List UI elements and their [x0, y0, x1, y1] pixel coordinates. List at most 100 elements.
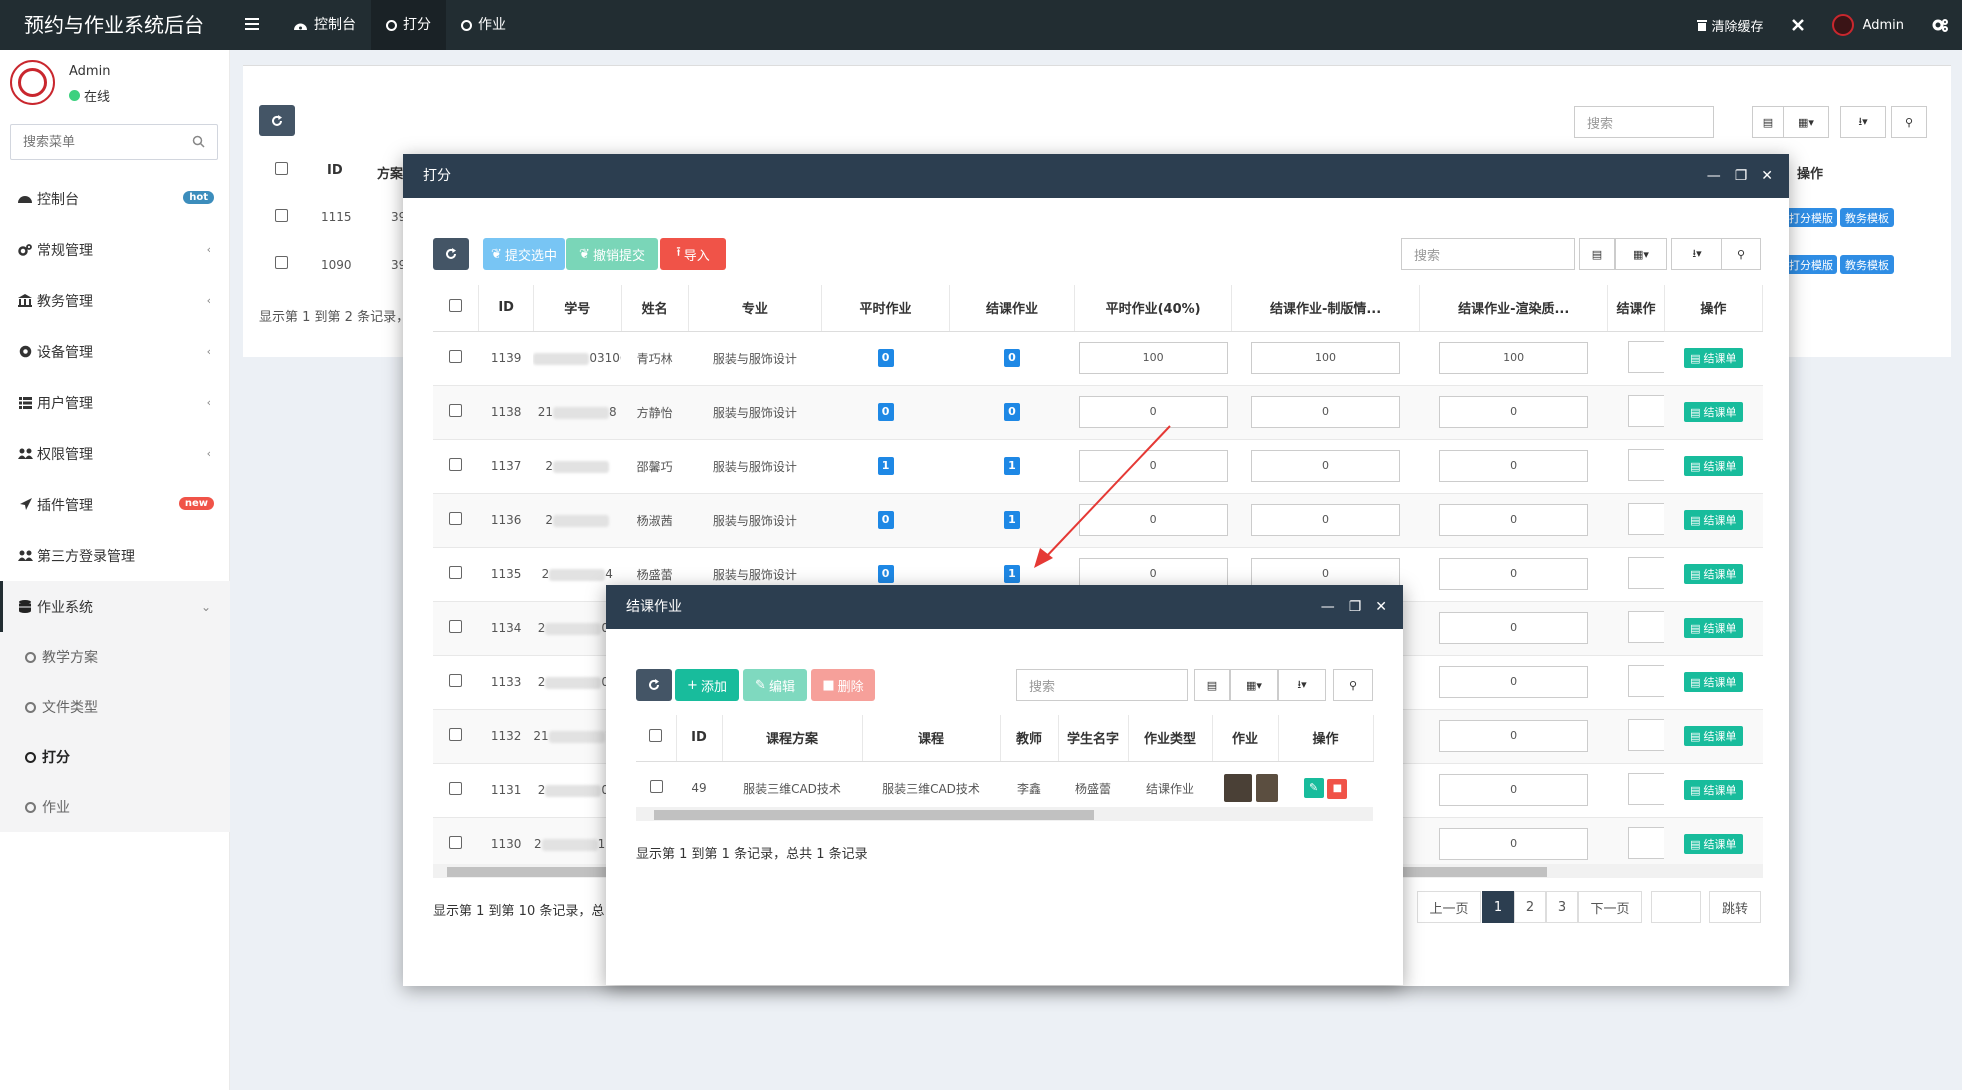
refresh-button[interactable]	[259, 105, 295, 136]
row-checkbox[interactable]	[449, 836, 463, 849]
menu-item-device[interactable]: 设备管理 ‹	[0, 326, 230, 377]
course-sheet-button[interactable]: ▤ 结课单	[1684, 564, 1743, 584]
menu-item-dashboard[interactable]: 控制台 hot	[0, 173, 230, 224]
menu-item-plugin[interactable]: 插件管理 new	[0, 479, 230, 530]
edit-row-button[interactable]: ✎	[1303, 777, 1324, 798]
score-input[interactable]	[1628, 394, 1665, 427]
maximize-icon[interactable]: ❐	[1735, 168, 1748, 184]
score-input[interactable]: 0	[1439, 828, 1589, 860]
refresh-button[interactable]	[636, 669, 672, 701]
score-input[interactable]	[1628, 664, 1665, 697]
add-button[interactable]: + 添加	[675, 669, 739, 701]
horizontal-scrollbar[interactable]	[636, 807, 1373, 821]
course-sheet-button[interactable]: ▤ 结课单	[1684, 618, 1743, 638]
minimize-icon[interactable]: —	[1707, 168, 1721, 184]
submenu-score[interactable]: 打分	[0, 732, 230, 782]
row-checkbox[interactable]	[449, 728, 463, 741]
score-input[interactable]: 100	[1439, 342, 1589, 374]
page-2-button[interactable]: 2	[1514, 891, 1546, 923]
export-icon[interactable]: ⭳▾	[1278, 669, 1326, 701]
score-template-button[interactable]: 打分模版	[1785, 208, 1837, 227]
score-input[interactable]: 0	[1439, 396, 1589, 428]
refresh-button[interactable]	[433, 238, 469, 270]
nav-score[interactable]: 打分	[371, 0, 446, 50]
score-input[interactable]	[1628, 610, 1665, 643]
score-input[interactable]	[1628, 826, 1665, 859]
toggle-view-icon[interactable]: ▤	[1752, 106, 1784, 138]
menu-search-input[interactable]	[11, 125, 171, 159]
score-input[interactable]	[1628, 340, 1665, 373]
row-checkbox[interactable]	[275, 209, 288, 222]
score-input[interactable]: 0	[1439, 612, 1589, 644]
next-page-button[interactable]: 下一页	[1578, 891, 1642, 923]
score-input[interactable]: 0	[1251, 504, 1401, 536]
score-input[interactable]: 100	[1078, 342, 1228, 374]
columns-icon[interactable]: ▦▾	[1783, 106, 1829, 138]
delete-button[interactable]: ■ 删除	[811, 669, 875, 701]
page-1-button[interactable]: 1	[1482, 891, 1514, 923]
page-jump-input[interactable]	[1651, 891, 1701, 923]
score-input[interactable]: 100	[1251, 342, 1401, 374]
maximize-icon[interactable]: ❐	[1349, 599, 1362, 615]
sidebar-toggle-icon[interactable]	[238, 0, 266, 50]
submenu-teaching-plan[interactable]: 教学方案	[0, 632, 230, 682]
row-checkbox[interactable]	[449, 512, 463, 525]
settings-icon[interactable]	[1918, 0, 1962, 50]
score-input[interactable]	[1628, 556, 1665, 589]
score-input[interactable]: 0	[1251, 450, 1401, 482]
menu-item-general[interactable]: 常规管理 ‹	[0, 224, 230, 275]
advanced-search-icon[interactable]: ⚲	[1721, 238, 1761, 270]
score-input[interactable]: 0	[1251, 396, 1401, 428]
score-input[interactable]	[1628, 502, 1665, 535]
score-search-input[interactable]: 搜索	[1401, 238, 1575, 270]
course-sheet-button[interactable]: ▤ 结课单	[1684, 780, 1743, 800]
minimize-icon[interactable]: —	[1321, 599, 1335, 615]
revoke-submit-button[interactable]: ❦ 撤销提交	[566, 238, 658, 270]
edit-button[interactable]: ✎ 编辑	[743, 669, 807, 701]
course-sheet-button[interactable]: ▤ 结课单	[1684, 402, 1743, 422]
row-checkbox[interactable]	[449, 674, 463, 687]
toggle-view-icon[interactable]: ▤	[1194, 669, 1230, 701]
fullscreen-icon[interactable]	[1778, 0, 1818, 50]
clear-cache-button[interactable]: 清除缓存	[1683, 0, 1778, 50]
menu-search[interactable]	[10, 124, 218, 160]
homework-thumbnail[interactable]	[1256, 774, 1278, 802]
score-input[interactable]	[1628, 772, 1665, 805]
score-input[interactable]: 0	[1078, 504, 1228, 536]
close-icon[interactable]: ✕	[1761, 168, 1773, 184]
row-checkbox[interactable]	[449, 404, 463, 417]
score-input[interactable]: 0	[1439, 504, 1589, 536]
daily-count-badge[interactable]: 0	[877, 511, 894, 529]
columns-icon[interactable]: ▦▾	[1230, 669, 1278, 701]
import-button[interactable]: ⭱ 导入	[660, 238, 726, 270]
select-all-checkbox[interactable]	[275, 162, 288, 175]
daily-count-badge[interactable]: 0	[877, 403, 894, 421]
menu-item-homework-system[interactable]: 作业系统 ⌄	[0, 581, 230, 632]
advanced-search-icon[interactable]: ⚲	[1891, 106, 1927, 138]
advanced-search-icon[interactable]: ⚲	[1333, 669, 1373, 701]
submit-selected-button[interactable]: ❦ 提交选中	[483, 238, 565, 270]
score-input[interactable]: 0	[1078, 450, 1228, 482]
score-input[interactable]: 0	[1439, 666, 1589, 698]
final-count-badge[interactable]: 1	[1004, 565, 1020, 583]
menu-item-permission[interactable]: 权限管理 ‹	[0, 428, 230, 479]
prev-page-button[interactable]: 上一页	[1417, 891, 1481, 923]
score-input[interactable]: 0	[1439, 774, 1589, 806]
row-checkbox[interactable]	[449, 620, 463, 633]
daily-count-badge[interactable]: 1	[877, 457, 894, 475]
final-search-input[interactable]: 搜索	[1016, 669, 1188, 701]
nav-dashboard[interactable]: 控制台	[278, 0, 371, 50]
page-3-button[interactable]: 3	[1546, 891, 1578, 923]
export-icon[interactable]: ⭳▾	[1671, 238, 1723, 270]
bg-search-input[interactable]: 搜索	[1574, 106, 1714, 138]
final-count-badge[interactable]: 1	[1004, 457, 1020, 475]
score-template-button[interactable]: 打分模版	[1785, 255, 1837, 274]
menu-item-academic[interactable]: 教务管理 ‹	[0, 275, 230, 326]
score-input[interactable]: 0	[1078, 396, 1228, 428]
submenu-file-type[interactable]: 文件类型	[0, 682, 230, 732]
final-count-badge[interactable]: 0	[1004, 403, 1020, 421]
toggle-view-icon[interactable]: ▤	[1579, 238, 1615, 270]
course-sheet-button[interactable]: ▤ 结课单	[1684, 834, 1743, 854]
course-sheet-button[interactable]: ▤ 结课单	[1684, 348, 1743, 368]
jump-button[interactable]: 跳转	[1709, 891, 1761, 923]
